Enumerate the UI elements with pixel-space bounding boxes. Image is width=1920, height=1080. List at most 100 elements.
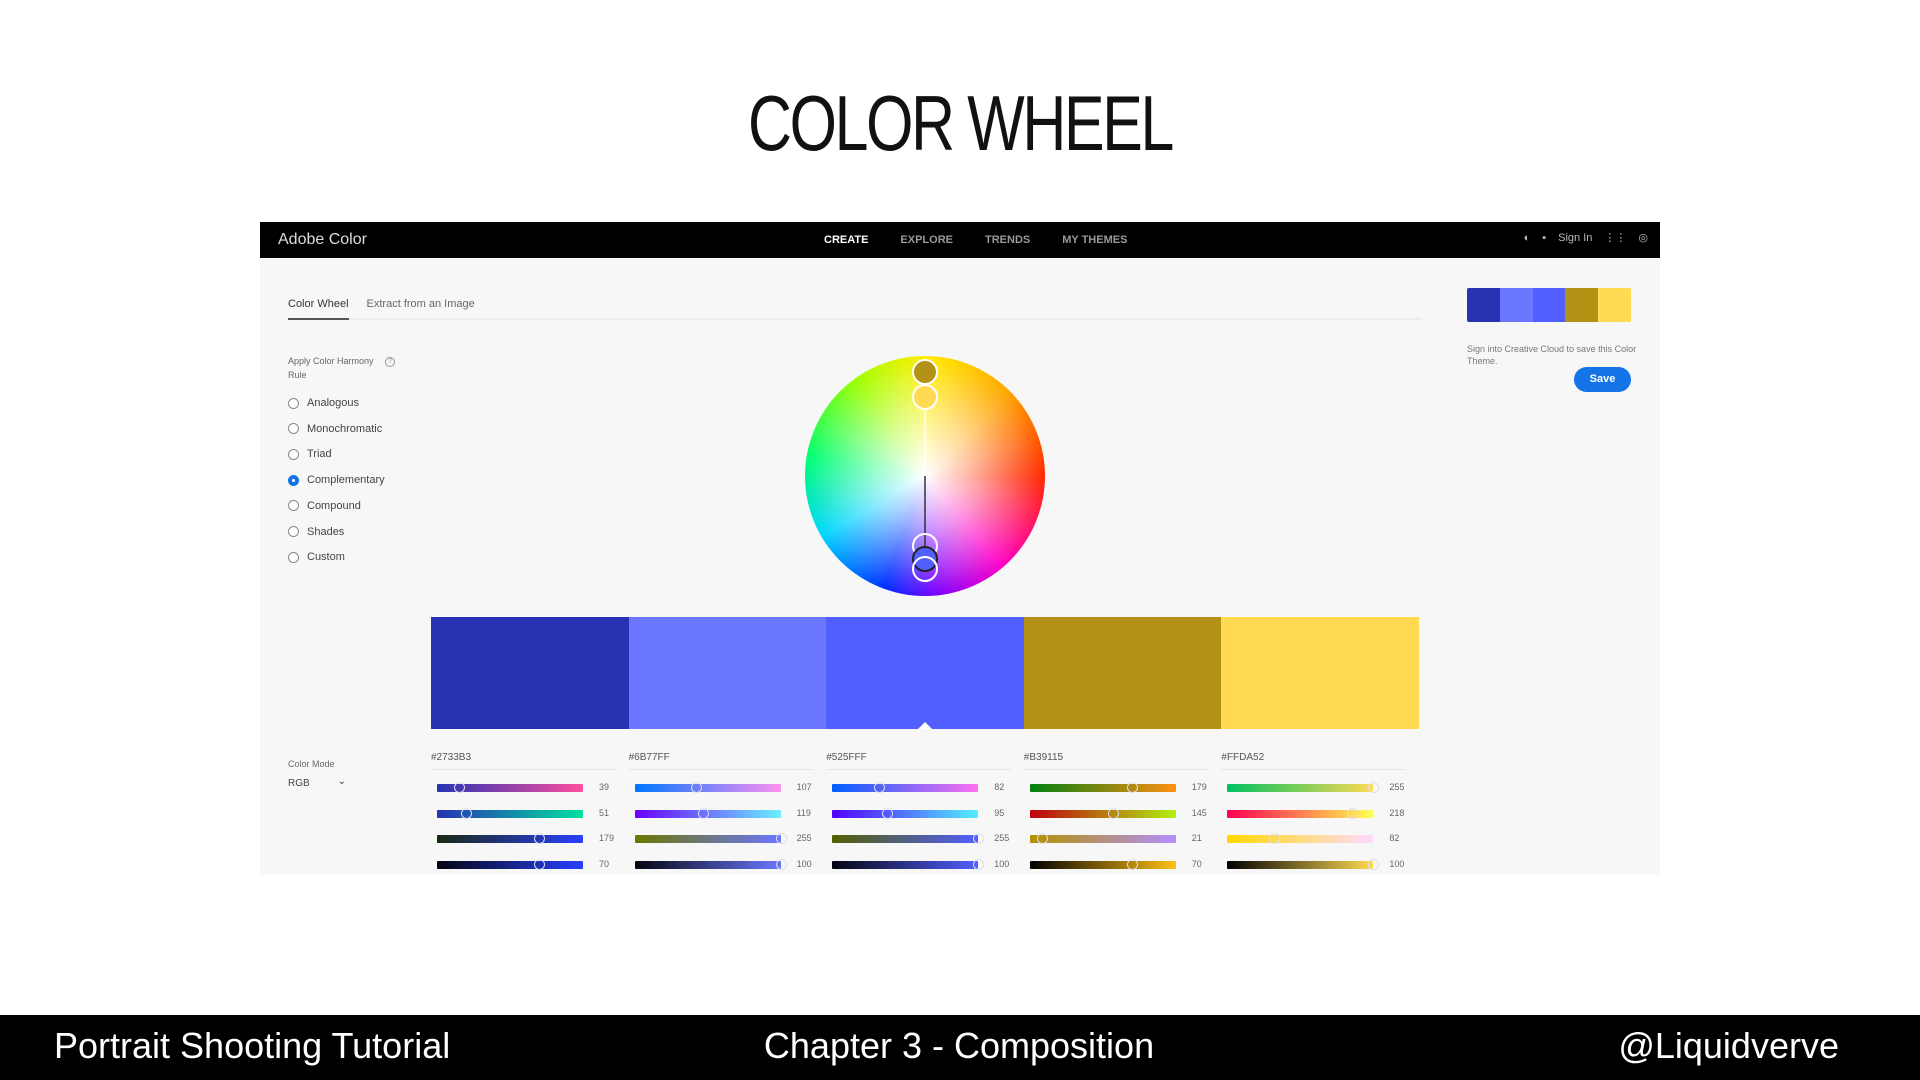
channel-value[interactable]: 255 bbox=[1389, 782, 1404, 792]
slider-thumb[interactable] bbox=[775, 859, 787, 871]
channel-slider[interactable]: 39 bbox=[437, 781, 617, 793]
chat-icon[interactable]: ▪ bbox=[1542, 232, 1546, 244]
hex-value[interactable]: #2733B3 bbox=[431, 752, 616, 770]
channel-value[interactable]: 82 bbox=[1389, 833, 1399, 843]
channel-value[interactable]: 39 bbox=[599, 782, 609, 792]
slider-track[interactable] bbox=[1029, 835, 1176, 844]
hex-value[interactable]: #525FFF bbox=[826, 752, 1012, 770]
channel-slider[interactable]: 218 bbox=[1227, 807, 1407, 819]
slider-thumb[interactable] bbox=[1107, 807, 1119, 819]
channel-slider[interactable]: 70 bbox=[437, 858, 617, 871]
channel-value[interactable]: 95 bbox=[994, 808, 1004, 818]
channel-slider[interactable]: 179 bbox=[437, 832, 617, 845]
slider-thumb[interactable] bbox=[697, 807, 709, 819]
theme-toggle-icon[interactable]: ◐ bbox=[1524, 232, 1531, 244]
slider-track[interactable] bbox=[1227, 835, 1374, 844]
channel-slider[interactable]: 255 bbox=[634, 832, 815, 845]
wheel-handle-active[interactable] bbox=[912, 546, 938, 572]
radio-button[interactable] bbox=[288, 448, 299, 460]
nav-my-themes[interactable]: MY THEMES bbox=[1062, 234, 1127, 246]
wheel-handle[interactable] bbox=[912, 384, 938, 410]
slider-track[interactable] bbox=[832, 861, 979, 870]
slider-track[interactable] bbox=[832, 809, 979, 818]
channel-slider[interactable]: 70 bbox=[1029, 858, 1210, 871]
channel-slider[interactable]: 100 bbox=[832, 858, 1012, 871]
slider-track[interactable] bbox=[1227, 861, 1374, 870]
slider-thumb[interactable] bbox=[690, 782, 702, 793]
wheel-handle[interactable] bbox=[912, 359, 938, 385]
help-icon[interactable]: ? bbox=[385, 357, 395, 367]
channel-value[interactable]: 70 bbox=[1192, 859, 1202, 869]
channel-value[interactable]: 145 bbox=[1192, 808, 1207, 818]
creative-cloud-icon[interactable]: ◎ bbox=[1638, 231, 1648, 244]
harmony-option-complementary[interactable]: Complementary bbox=[288, 474, 385, 486]
brand-logo[interactable]: Adobe Color bbox=[278, 231, 367, 249]
channel-slider[interactable]: 100 bbox=[1227, 858, 1407, 871]
slider-track[interactable] bbox=[832, 784, 979, 792]
color-swatch[interactable] bbox=[431, 617, 629, 729]
harmony-option-custom[interactable]: Custom bbox=[288, 551, 345, 563]
nav-trends[interactable]: TRENDS bbox=[985, 234, 1030, 246]
slider-track[interactable] bbox=[1227, 784, 1374, 792]
save-button[interactable]: Save bbox=[1574, 367, 1631, 392]
channel-slider[interactable]: 100 bbox=[634, 858, 815, 871]
slider-thumb[interactable] bbox=[461, 807, 473, 819]
channel-value[interactable]: 21 bbox=[1192, 833, 1202, 843]
slider-track[interactable] bbox=[1029, 861, 1176, 870]
channel-slider[interactable]: 107 bbox=[634, 781, 815, 793]
radio-button[interactable] bbox=[288, 474, 299, 486]
apps-grid-icon[interactable]: ⋮⋮ bbox=[1604, 231, 1626, 244]
harmony-option-monochromatic[interactable]: Monochromatic bbox=[288, 423, 382, 435]
channel-value[interactable]: 179 bbox=[599, 833, 614, 843]
slider-track[interactable] bbox=[437, 861, 583, 870]
slider-thumb[interactable] bbox=[973, 859, 985, 871]
slider-track[interactable] bbox=[1029, 809, 1176, 818]
channel-value[interactable]: 218 bbox=[1389, 808, 1404, 818]
nav-explore[interactable]: EXPLORE bbox=[900, 234, 953, 246]
color-swatch[interactable] bbox=[1221, 617, 1419, 729]
channel-value[interactable]: 100 bbox=[1389, 859, 1404, 869]
color-swatch[interactable] bbox=[628, 617, 827, 729]
tab-color-wheel[interactable]: Color Wheel bbox=[288, 298, 349, 320]
harmony-option-triad[interactable]: Triad bbox=[288, 448, 332, 460]
channel-value[interactable]: 100 bbox=[797, 859, 812, 869]
slider-thumb[interactable] bbox=[1347, 807, 1359, 819]
hex-value[interactable]: #6B77FF bbox=[628, 752, 814, 770]
slider-thumb[interactable] bbox=[775, 833, 787, 845]
channel-slider[interactable]: 145 bbox=[1029, 807, 1210, 819]
harmony-option-compound[interactable]: Compound bbox=[288, 500, 361, 512]
slider-track[interactable] bbox=[832, 835, 979, 844]
slider-track[interactable] bbox=[634, 784, 781, 792]
slider-track[interactable] bbox=[634, 861, 781, 870]
channel-value[interactable]: 107 bbox=[797, 782, 812, 792]
radio-button[interactable] bbox=[288, 551, 299, 563]
slider-track[interactable] bbox=[634, 835, 781, 844]
slider-thumb[interactable] bbox=[1368, 859, 1380, 871]
tab-extract-image[interactable]: Extract from an Image bbox=[367, 298, 475, 318]
channel-value[interactable]: 255 bbox=[994, 833, 1009, 843]
channel-value[interactable]: 82 bbox=[994, 782, 1004, 792]
channel-slider[interactable]: 51 bbox=[437, 807, 617, 819]
radio-button[interactable] bbox=[288, 500, 299, 512]
channel-value[interactable]: 179 bbox=[1192, 782, 1207, 792]
color-mode-select[interactable]: RGB ⌄ bbox=[288, 776, 346, 789]
color-swatch[interactable] bbox=[826, 617, 1024, 729]
color-swatch[interactable] bbox=[1023, 617, 1222, 729]
channel-slider[interactable]: 255 bbox=[1227, 781, 1407, 793]
channel-value[interactable]: 255 bbox=[797, 833, 812, 843]
radio-button[interactable] bbox=[288, 423, 299, 435]
channel-value[interactable]: 51 bbox=[599, 808, 609, 818]
channel-slider[interactable]: 179 bbox=[1029, 781, 1210, 793]
channel-slider[interactable]: 119 bbox=[634, 807, 815, 819]
hex-value[interactable]: #B39115 bbox=[1023, 752, 1209, 770]
channel-slider[interactable]: 82 bbox=[832, 781, 1012, 793]
harmony-option-analogous[interactable]: Analogous bbox=[288, 397, 359, 409]
nav-create[interactable]: CREATE bbox=[824, 234, 868, 246]
slider-thumb[interactable] bbox=[1126, 859, 1138, 871]
channel-slider[interactable]: 95 bbox=[832, 807, 1012, 819]
hex-value[interactable]: #FFDA52 bbox=[1221, 752, 1407, 770]
slider-thumb[interactable] bbox=[1368, 782, 1380, 793]
channel-slider[interactable]: 82 bbox=[1227, 832, 1407, 845]
sign-in-link[interactable]: Sign In bbox=[1558, 232, 1592, 244]
slider-track[interactable] bbox=[437, 809, 583, 818]
